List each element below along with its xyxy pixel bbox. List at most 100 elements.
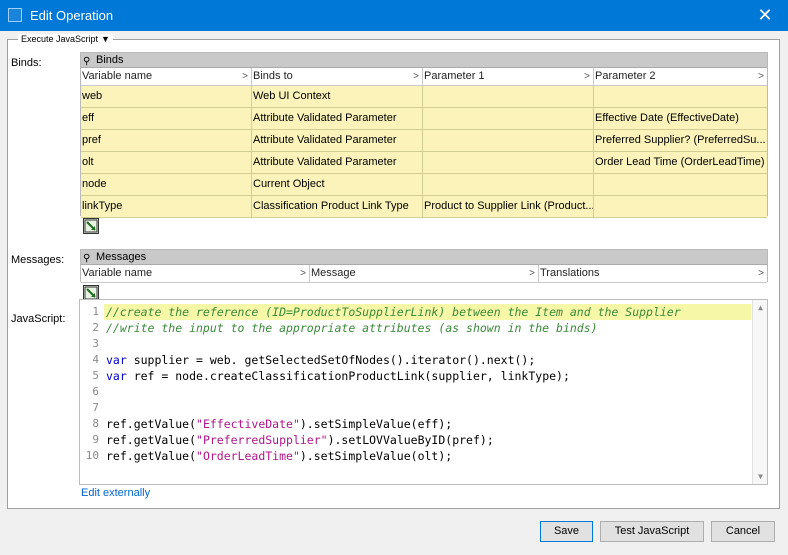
binds-grid: ⚲ Binds Variable name > Binds to > Paramet… xyxy=(80,52,768,218)
chevron-right-icon[interactable]: > xyxy=(300,265,306,282)
chevron-right-icon[interactable]: > xyxy=(758,265,764,282)
binds-title: Binds xyxy=(96,54,124,66)
code-line: var supplier = web. getSelectedSetOfNode… xyxy=(106,352,535,368)
binds-label: Binds: xyxy=(11,57,42,69)
table-cell[interactable] xyxy=(423,152,594,173)
code-text: ).setLOVValueByID(pref); xyxy=(327,433,494,447)
code-text: ref.getValue( xyxy=(106,417,197,431)
edit-externally-link[interactable]: Edit externally xyxy=(81,487,150,499)
scroll-up-icon[interactable]: ▲ xyxy=(753,300,767,315)
code-text: ).setSimpleValue(eff); xyxy=(299,417,453,431)
code-line: ref.getValue("PreferredSupplier").setLOV… xyxy=(106,432,494,448)
table-cell[interactable]: linkType xyxy=(81,196,252,217)
table-cell[interactable] xyxy=(594,86,767,107)
messages-title: Messages xyxy=(96,251,147,263)
binds-grid-title: ⚲ Binds xyxy=(81,53,767,68)
table-cell[interactable] xyxy=(594,174,767,195)
save-button[interactable]: Save xyxy=(540,521,593,542)
table-cell[interactable]: Classification Product Link Type xyxy=(252,196,423,217)
table-row[interactable]: eff Attribute Validated Parameter Effect… xyxy=(81,108,767,130)
messages-header-row: Variable name > Message > Translations > xyxy=(81,265,767,283)
line-number: 7 xyxy=(92,401,99,414)
code-line: //create the reference (ID=ProductToSupp… xyxy=(106,304,681,320)
column-header-parameter-2[interactable]: Parameter 2 > xyxy=(594,68,767,85)
cancel-button[interactable]: Cancel xyxy=(711,521,775,542)
column-header-translations[interactable]: Translations > xyxy=(539,265,767,282)
code-string: "OrderLeadTime" xyxy=(196,449,300,463)
line-number: 1 xyxy=(92,305,99,318)
pin-icon[interactable]: ⚲ xyxy=(83,54,90,69)
code-comment: //create the reference (ID=ProductToSupp… xyxy=(106,305,681,319)
table-cell[interactable]: web xyxy=(81,86,252,107)
code-text: ref = node.createClassificationProductLi… xyxy=(126,369,570,383)
test-javascript-button[interactable]: Test JavaScript xyxy=(600,521,704,542)
dialog-body: Execute JavaScript ▼ Binds: ⚲ Binds Varia… xyxy=(1,31,787,554)
table-cell[interactable] xyxy=(423,174,594,195)
line-number: 5 xyxy=(92,369,99,382)
line-number: 4 xyxy=(92,353,99,366)
table-cell[interactable]: Product to Supplier Link (Product... xyxy=(423,196,594,217)
table-row[interactable]: olt Attribute Validated Parameter Order … xyxy=(81,152,767,174)
table-cell[interactable]: node xyxy=(81,174,252,195)
chevron-right-icon[interactable]: > xyxy=(584,68,590,85)
table-cell[interactable]: olt xyxy=(81,152,252,173)
code-keyword: var xyxy=(106,369,127,383)
table-cell[interactable]: Web UI Context xyxy=(252,86,423,107)
table-cell[interactable]: Effective Date (EffectiveDate) xyxy=(594,108,767,129)
table-cell[interactable] xyxy=(594,196,767,217)
chevron-right-icon[interactable]: > xyxy=(413,68,419,85)
table-row[interactable]: pref Attribute Validated Parameter Prefe… xyxy=(81,130,767,152)
add-bind-button[interactable] xyxy=(83,218,99,234)
code-string: "PreferredSupplier" xyxy=(196,433,328,447)
table-row[interactable]: web Web UI Context xyxy=(81,86,767,108)
window-title: Edit Operation xyxy=(30,8,114,23)
column-header-variable-name[interactable]: Variable name > xyxy=(81,265,310,282)
add-row-icon xyxy=(84,286,98,300)
line-number: 6 xyxy=(92,385,99,398)
code-string: "EffectiveDate" xyxy=(196,417,300,431)
column-header-binds-to[interactable]: Binds to > xyxy=(252,68,423,85)
section-dropdown[interactable]: Execute JavaScript ▼ xyxy=(18,34,113,45)
table-cell[interactable]: eff xyxy=(81,108,252,129)
table-cell[interactable]: Preferred Supplier? (PreferredSu... xyxy=(594,130,767,151)
table-cell[interactable] xyxy=(423,130,594,151)
column-header-message[interactable]: Message > xyxy=(310,265,539,282)
messages-label: Messages: xyxy=(11,254,65,266)
table-cell[interactable]: Attribute Validated Parameter xyxy=(252,152,423,173)
javascript-editor[interactable]: 1 2 3 4 5 6 7 8 9 10 //create the refere… xyxy=(79,299,768,485)
chevron-right-icon[interactable]: > xyxy=(529,265,535,282)
line-number: 8 xyxy=(92,417,99,430)
code-text: ).setSimpleValue(olt); xyxy=(299,449,453,463)
code-area[interactable]: //create the reference (ID=ProductToSupp… xyxy=(106,300,751,484)
messages-grid-title: ⚲ Messages xyxy=(81,250,767,265)
pin-icon[interactable]: ⚲ xyxy=(83,251,90,266)
close-icon[interactable]: ✕ xyxy=(742,0,788,31)
table-cell[interactable]: Attribute Validated Parameter xyxy=(252,130,423,151)
column-header-variable-name[interactable]: Variable name > xyxy=(81,68,252,85)
line-number: 2 xyxy=(92,321,99,334)
table-cell[interactable]: pref xyxy=(81,130,252,151)
line-number: 10 xyxy=(85,449,99,462)
javascript-label: JavaScript: xyxy=(11,313,66,325)
chevron-right-icon[interactable]: > xyxy=(758,68,764,85)
code-line: ref.getValue("EffectiveDate").setSimpleV… xyxy=(106,416,452,432)
table-cell[interactable]: Current Object xyxy=(252,174,423,195)
editor-scrollbar[interactable]: ▲ ▼ xyxy=(752,300,767,484)
code-line: var ref = node.createClassificationProdu… xyxy=(106,368,570,384)
scroll-down-icon[interactable]: ▼ xyxy=(753,469,767,484)
table-cell[interactable]: Attribute Validated Parameter xyxy=(252,108,423,129)
messages-grid: ⚲ Messages Variable name > Message > Trans… xyxy=(80,249,768,283)
table-cell[interactable] xyxy=(423,86,594,107)
line-number: 3 xyxy=(92,337,99,350)
column-header-parameter-1[interactable]: Parameter 1 > xyxy=(423,68,594,85)
code-line: ref.getValue("OrderLeadTime").setSimpleV… xyxy=(106,448,452,464)
section-title: Execute JavaScript xyxy=(21,34,99,44)
chevron-right-icon[interactable]: > xyxy=(242,68,248,85)
table-cell[interactable] xyxy=(423,108,594,129)
table-row[interactable]: linkType Classification Product Link Typ… xyxy=(81,196,767,218)
code-text: supplier = web. getSelectedSetOfNodes().… xyxy=(126,353,536,367)
code-keyword: var xyxy=(106,353,127,367)
code-text: ref.getValue( xyxy=(106,433,197,447)
table-cell[interactable]: Order Lead Time (OrderLeadTime) xyxy=(594,152,767,173)
table-row[interactable]: node Current Object xyxy=(81,174,767,196)
